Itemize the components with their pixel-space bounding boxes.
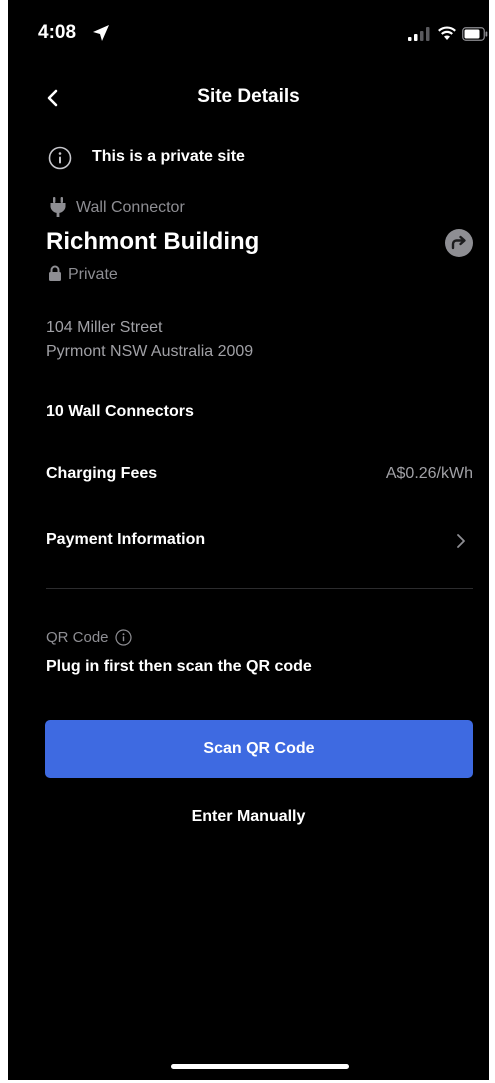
charging-fees-label: Charging Fees	[46, 465, 158, 482]
wifi-icon	[438, 26, 456, 40]
location-arrow-icon	[93, 25, 109, 41]
status-time: 4:08	[38, 22, 77, 43]
charging-fees-value: A$0.26/kWh	[385, 465, 473, 482]
payment-information-row[interactable]: Payment Information	[8, 520, 489, 560]
lock-icon	[49, 265, 61, 281]
phone-screen: 4:08 Site Details This is a private site…	[8, 0, 489, 1080]
payment-information-label: Payment Information	[46, 531, 206, 548]
page-title: Site Details	[197, 86, 300, 107]
qr-instruction: Plug in first then scan the QR code	[46, 658, 312, 675]
home-indicator[interactable]	[171, 1064, 349, 1069]
address-line-1: 104 Miller Street	[46, 319, 163, 336]
chevron-right-icon	[457, 534, 465, 548]
navigate-button[interactable]	[444, 228, 474, 258]
site-type: Wall Connector	[76, 199, 185, 216]
enter-manually-button[interactable]: Enter Manually	[8, 808, 489, 826]
site-name: Richmont Building	[46, 228, 260, 255]
private-site-notice: This is a private site	[92, 148, 245, 165]
scan-qr-code-button[interactable]: Scan QR Code	[45, 720, 473, 778]
connector-count: 10 Wall Connectors	[46, 403, 194, 420]
qr-info-icon[interactable]	[115, 629, 132, 646]
info-circle-icon	[48, 146, 72, 170]
divider	[46, 588, 473, 589]
access-label: Private	[68, 266, 118, 283]
cellular-signal-icon	[408, 27, 430, 41]
plug-icon	[50, 197, 66, 217]
address-line-2: Pyrmont NSW Australia 2009	[46, 343, 254, 360]
qr-code-label: QR Code	[46, 629, 109, 646]
battery-icon	[462, 27, 488, 41]
